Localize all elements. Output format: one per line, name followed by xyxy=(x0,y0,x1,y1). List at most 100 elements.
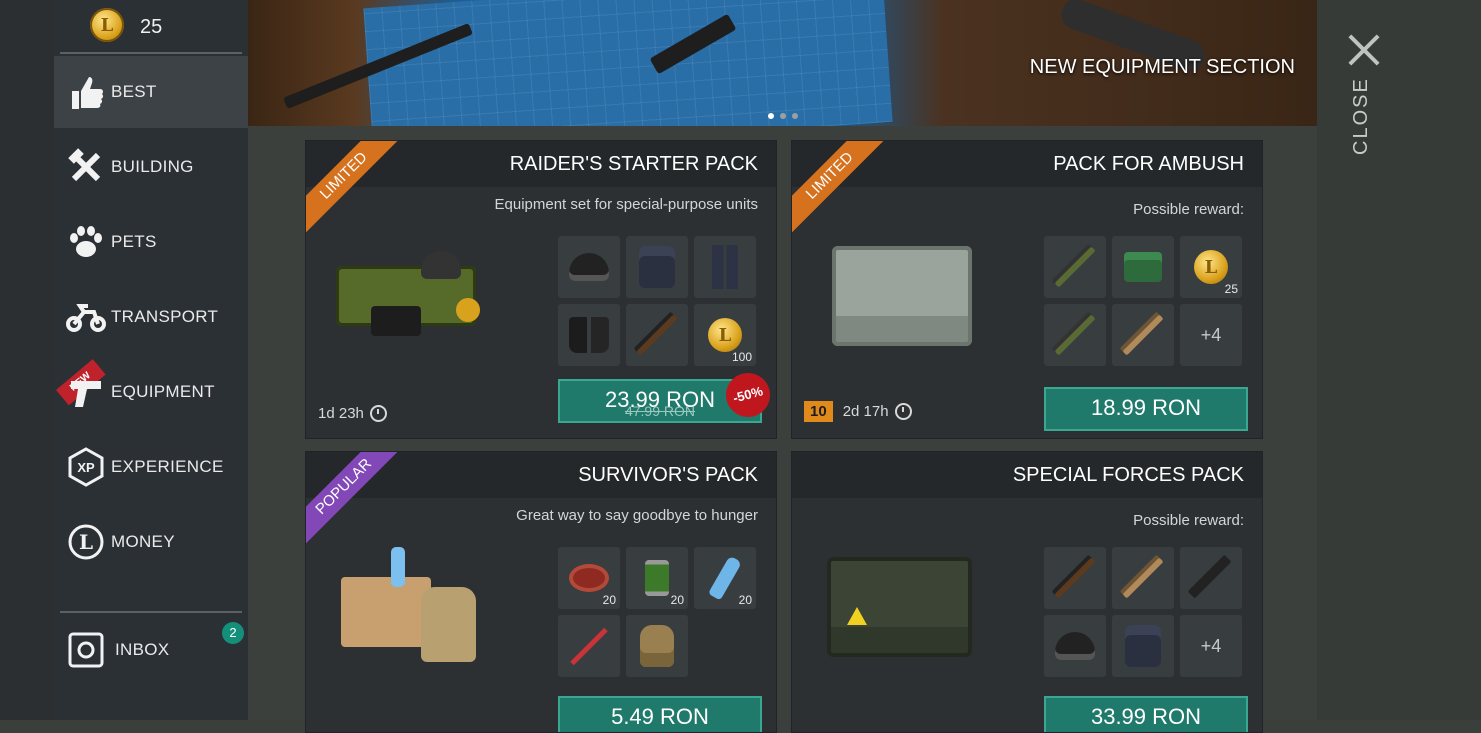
carousel-dots[interactable] xyxy=(768,113,798,119)
xp-icon: XP xyxy=(66,447,106,487)
sidebar-item-label: EXPERIENCE xyxy=(111,457,224,476)
coin-icon: L xyxy=(708,318,742,352)
reward-slot[interactable] xyxy=(1044,236,1106,298)
more-rewards: +4 xyxy=(1200,324,1222,345)
clock-icon xyxy=(894,403,912,420)
buy-button[interactable]: 33.99 RON xyxy=(1044,696,1248,732)
pack-card-survivors[interactable]: SURVIVOR'S PACK Great way to say goodbye… xyxy=(305,451,777,733)
sidebar-item-best[interactable]: BEST xyxy=(54,56,248,128)
close-panel xyxy=(1317,0,1481,720)
reward-slot[interactable]: L 100 xyxy=(694,304,756,366)
card-title: PACK FOR AMBUSH xyxy=(1053,153,1244,175)
rifle-icon xyxy=(1054,246,1096,288)
item-count: 25 xyxy=(1224,282,1238,296)
pack-card-special-forces[interactable]: SPECIAL FORCES PACK Possible reward: +4 … xyxy=(791,451,1263,733)
reward-slot[interactable] xyxy=(626,236,688,298)
level-badge: 10 xyxy=(804,401,833,422)
rifle-icon xyxy=(1190,557,1232,599)
rifle-icon xyxy=(636,314,678,356)
reward-slot[interactable] xyxy=(1044,304,1106,366)
sidebar-item-experience[interactable]: XP EXPERIENCE xyxy=(54,431,248,503)
sidebar-item-transport[interactable]: TRANSPORT xyxy=(54,281,248,353)
reward-slot[interactable] xyxy=(1044,547,1106,609)
pack-card-ambush[interactable]: PACK FOR AMBUSH Possible reward: LIMITED… xyxy=(791,140,1263,439)
meat-icon xyxy=(569,564,609,592)
card-subtitle: Great way to say goodbye to hunger xyxy=(516,507,758,524)
reward-slot[interactable] xyxy=(1044,615,1106,677)
rifle-icon xyxy=(1122,314,1164,356)
pistol-icon xyxy=(66,372,106,412)
reward-grid: 20 20 20 xyxy=(558,547,756,677)
helmet-icon xyxy=(1055,632,1095,660)
reward-slot[interactable] xyxy=(694,236,756,298)
hammer-wrench-icon xyxy=(66,147,106,187)
sidebar-item-equipment[interactable]: NEW EQUIPMENT xyxy=(54,356,248,428)
reward-slot[interactable]: 20 xyxy=(626,547,688,609)
pack-image xyxy=(331,236,491,346)
card-title: RAIDER'S STARTER PACK xyxy=(509,153,758,175)
card-subtitle: Possible reward: xyxy=(1133,201,1244,218)
card-title: SURVIVOR'S PACK xyxy=(578,464,758,486)
grenade-launcher-icon xyxy=(1054,314,1096,356)
reward-slot[interactable] xyxy=(1180,547,1242,609)
close-icon[interactable] xyxy=(1344,30,1384,70)
sidebar-item-money[interactable]: L MONEY xyxy=(54,506,248,578)
item-count: 20 xyxy=(670,593,684,607)
item-count: 20 xyxy=(602,593,616,607)
reward-slot[interactable] xyxy=(626,304,688,366)
coin-icon: L xyxy=(66,522,106,562)
reward-slot[interactable]: 20 xyxy=(694,547,756,609)
sidebar-item-label: BEST xyxy=(111,82,157,101)
reward-slot[interactable]: +4 xyxy=(1180,615,1242,677)
reward-slot[interactable] xyxy=(626,615,688,677)
card-title: SPECIAL FORCES PACK xyxy=(1012,464,1244,486)
reward-slot[interactable] xyxy=(1112,547,1174,609)
clock-icon xyxy=(369,405,387,422)
motorcycle-icon xyxy=(66,297,106,337)
more-rewards: +4 xyxy=(1200,635,1222,656)
svg-text:XP: XP xyxy=(77,460,95,475)
item-count: 100 xyxy=(731,350,752,364)
reward-grid: L 25 +4 xyxy=(1044,236,1242,366)
reward-slot[interactable] xyxy=(1112,615,1174,677)
banner-title: NEW EQUIPMENT SECTION xyxy=(1029,56,1295,78)
reward-slot[interactable]: +4 xyxy=(1180,304,1242,366)
canned-food-icon xyxy=(645,560,669,596)
rifle-icon xyxy=(1054,557,1096,599)
coin-count: 25 xyxy=(140,16,163,38)
sidebar-item-building[interactable]: BUILDING xyxy=(54,131,248,203)
sidebar-item-pets[interactable]: PETS xyxy=(54,206,248,278)
pack-card-raiders-starter[interactable]: RAIDER'S STARTER PACK Equipment set for … xyxy=(305,140,777,439)
buy-button[interactable]: 18.99 RON xyxy=(1044,387,1248,431)
paw-icon xyxy=(66,222,106,262)
sidebar-item-label: TRANSPORT xyxy=(111,307,219,326)
timer-text: 1d 23h xyxy=(318,405,364,422)
offer-timer: 1d 23h xyxy=(318,405,387,422)
price-text: 33.99 RON xyxy=(1090,704,1202,729)
inbox-count-badge: 2 xyxy=(222,622,244,644)
coin-icon: L xyxy=(90,8,124,42)
price-text: 18.99 RON xyxy=(1090,395,1202,420)
pack-image xyxy=(331,547,491,662)
reward-slot[interactable] xyxy=(558,236,620,298)
sidebar-item-label: PETS xyxy=(111,232,157,251)
sidebar-item-label: EQUIPMENT xyxy=(111,382,215,401)
buy-button[interactable]: 5.49 RON xyxy=(558,696,762,732)
promo-banner[interactable]: NEW EQUIPMENT SECTION xyxy=(248,0,1317,126)
blueprint-image xyxy=(363,0,893,126)
sidebar-item-inbox[interactable]: INBOX xyxy=(54,614,248,686)
reward-slot[interactable] xyxy=(558,304,620,366)
close-button[interactable]: CLOSE xyxy=(1350,77,1373,155)
reward-slot[interactable] xyxy=(558,615,620,677)
currency-display: L 25 xyxy=(60,0,242,54)
reward-slot[interactable] xyxy=(1112,236,1174,298)
reward-slot[interactable]: 20 xyxy=(558,547,620,609)
reward-grid: +4 xyxy=(1044,547,1242,677)
item-count: 20 xyxy=(738,593,752,607)
card-subtitle: Equipment set for special-purpose units xyxy=(494,196,758,213)
reward-slot[interactable]: L 25 xyxy=(1180,236,1242,298)
timer-text: 2d 17h xyxy=(842,403,889,420)
water-bottle-icon xyxy=(707,555,743,601)
crowbar-icon xyxy=(570,627,608,665)
reward-slot[interactable] xyxy=(1112,304,1174,366)
